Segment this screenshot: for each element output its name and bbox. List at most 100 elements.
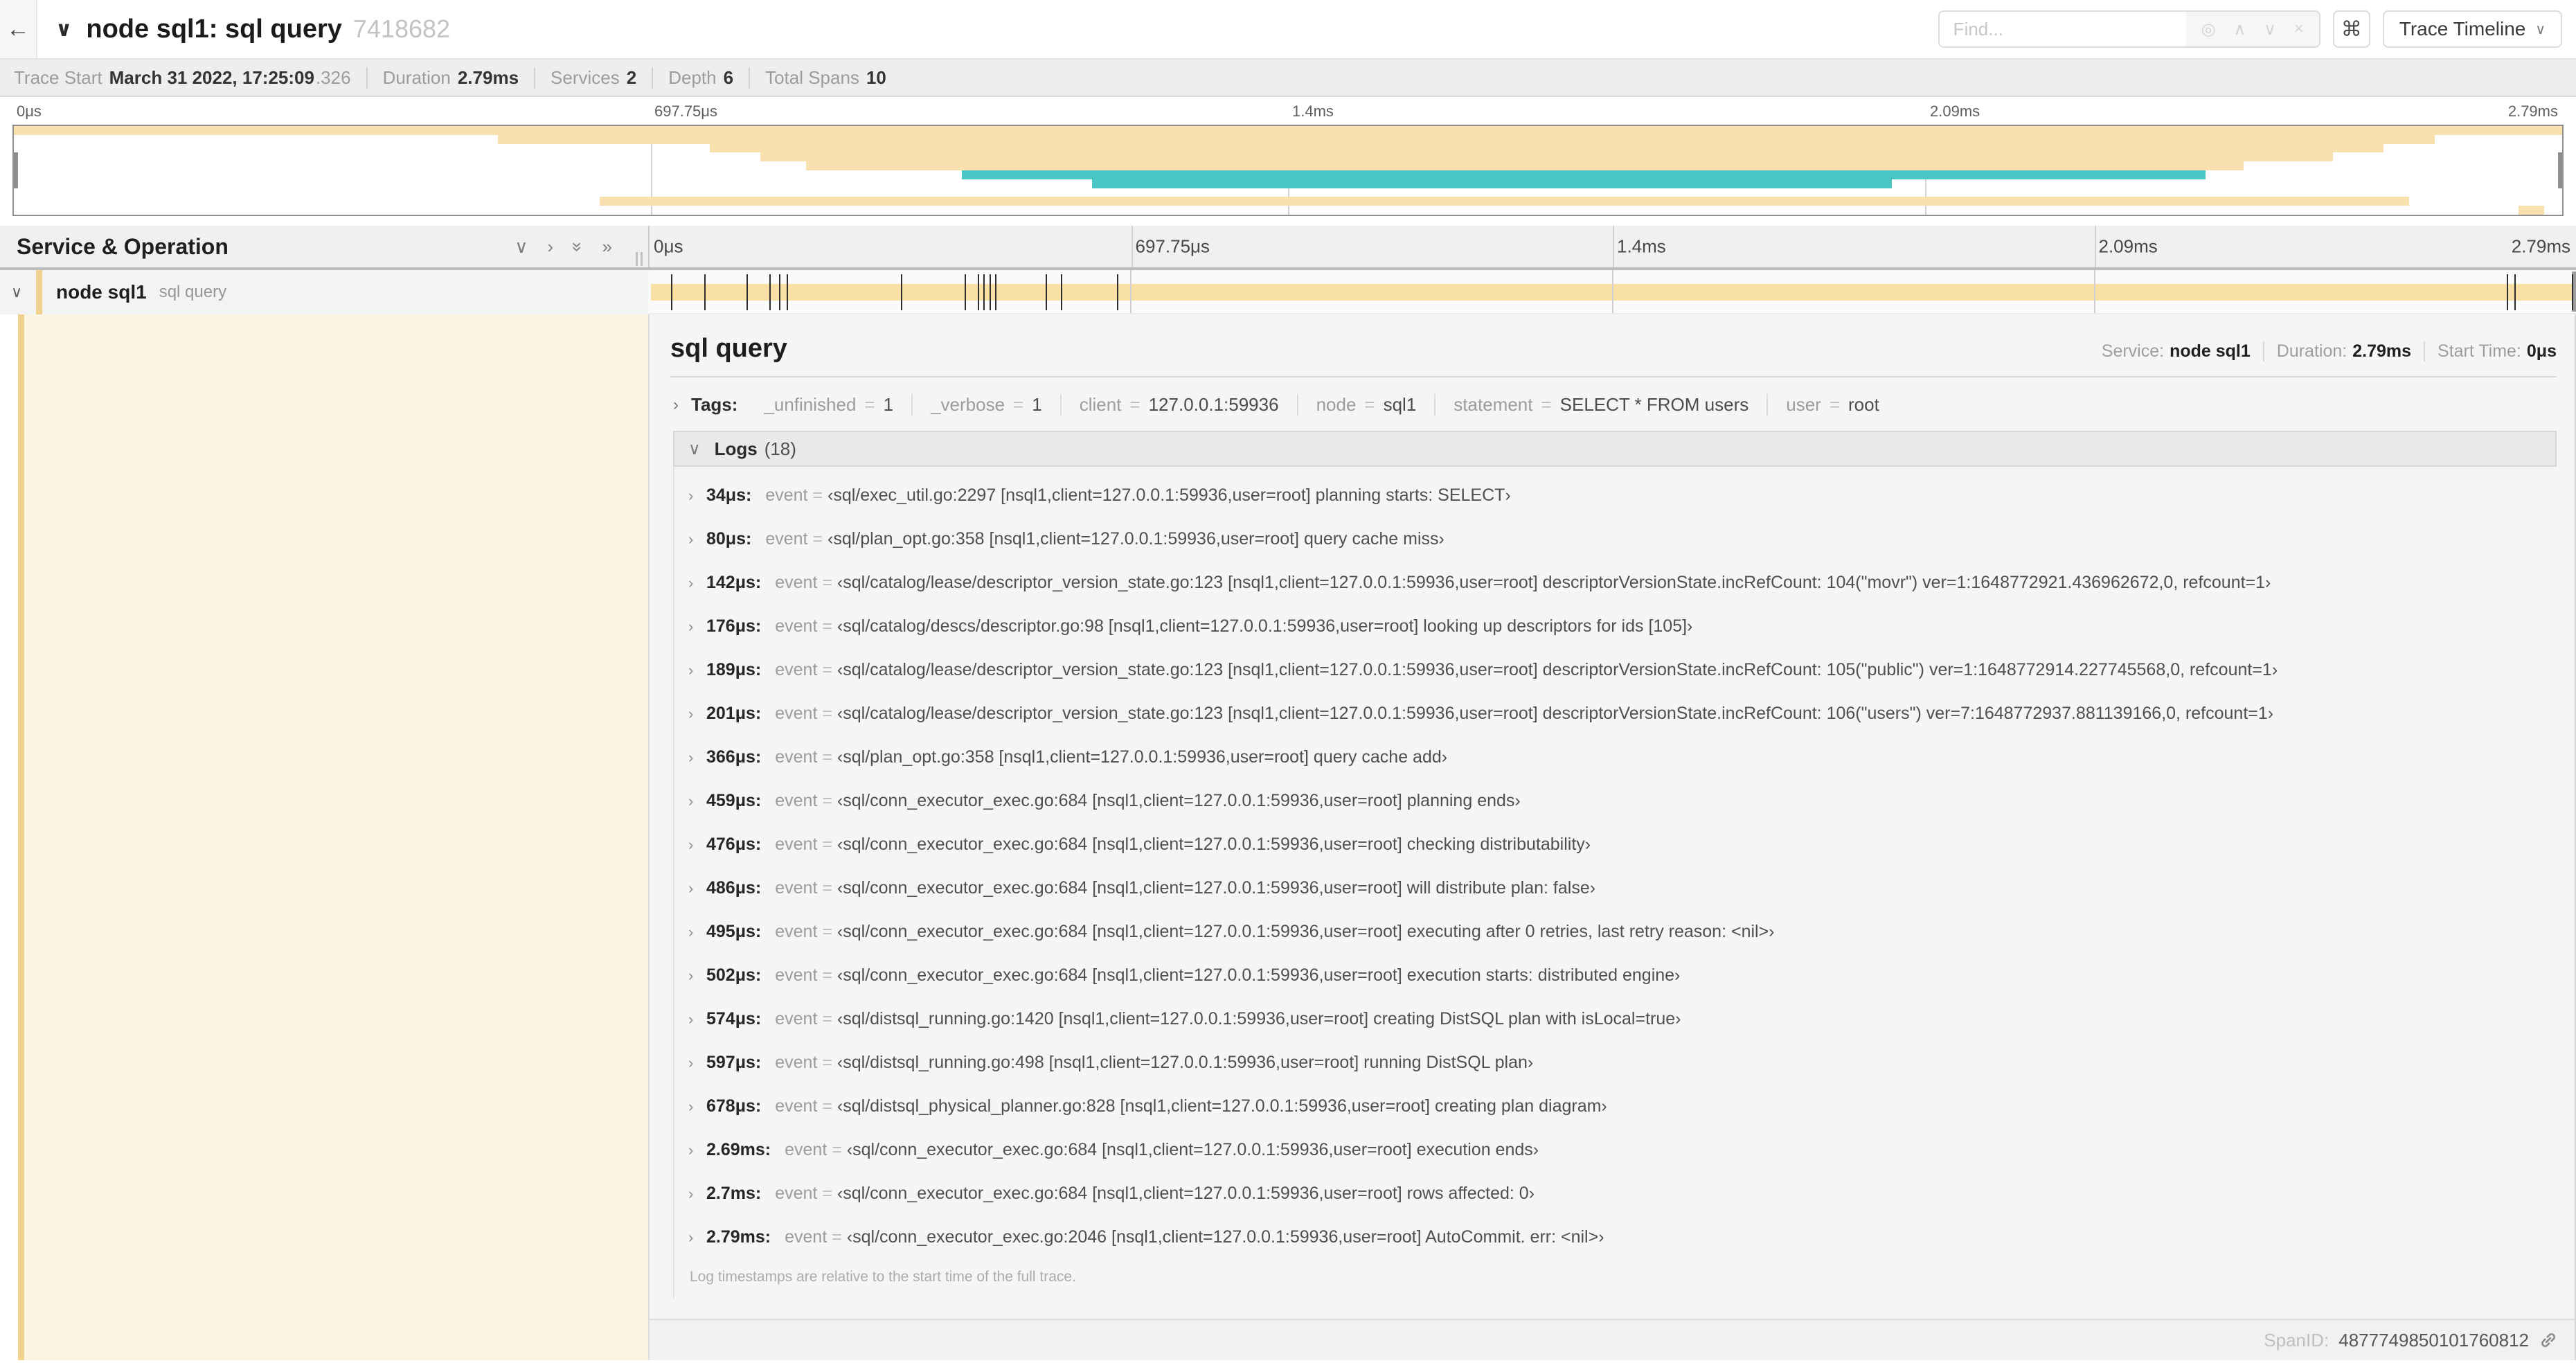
trace-summary-bar: Trace Start March 31 2022, 17:25:09.326 Du…	[0, 58, 2576, 97]
logs-note: Log timestamps are relative to the start…	[673, 1259, 2557, 1298]
expand-one-icon[interactable]: ›	[547, 236, 553, 258]
log-entry[interactable]: › 495μs: event = ‹sql/conn_executor_exec.g…	[674, 910, 2557, 954]
log-field-name: event	[785, 1227, 828, 1247]
next-match-icon[interactable]: ∨	[2264, 19, 2276, 39]
log-field-value: ‹sql/conn_executor_exec.go:684 [nsql1,cl…	[837, 1184, 1535, 1203]
find-input[interactable]	[1939, 12, 2186, 46]
log-marker	[769, 274, 771, 310]
log-field-value: ‹sql/conn_executor_exec.go:2046 [nsql1,c…	[846, 1227, 1604, 1247]
span-collapse-icon[interactable]: ∨	[7, 283, 26, 301]
log-entry[interactable]: › 80μs: event = ‹sql/plan_opt.go:358 [nsql…	[674, 517, 2557, 561]
summary-label: Services	[551, 66, 620, 88]
service-operation-title: Service & Operation	[17, 233, 229, 259]
log-body: event = ‹sql/conn_executor_exec.go:684 […	[775, 835, 1591, 855]
collapse-all-icon[interactable]: »	[567, 242, 589, 251]
log-entry[interactable]: › 176μs: event = ‹sql/catalog/descs/descri…	[674, 605, 2557, 648]
chevron-right-icon: ›	[688, 617, 694, 635]
log-equals: =	[817, 1053, 837, 1072]
log-body: event = ‹sql/catalog/lease/descriptor_ve…	[775, 573, 2271, 593]
detail-meta-value: node sql1	[2170, 341, 2251, 361]
log-field-name: event	[775, 791, 818, 810]
log-field-value: ‹sql/catalog/lease/descriptor_version_st…	[837, 573, 2271, 592]
log-marker	[1045, 274, 1047, 310]
log-field-name: event	[775, 747, 818, 767]
chevron-down-icon: ∨	[688, 439, 701, 458]
span-detail-header: sql query Service: node sql1 Duration: 2.79…	[650, 314, 2575, 373]
log-body: event = ‹sql/conn_executor_exec.go:684 […	[775, 791, 1520, 811]
keyboard-shortcuts-button[interactable]: ⌘	[2332, 10, 2370, 48]
tag-value: root	[1848, 394, 1879, 415]
logs-list: › 34μs: event = ‹sql/exec_util.go:2297 [ns…	[673, 467, 2557, 1259]
trace-view-selector[interactable]: Trace Timeline ∨	[2382, 10, 2562, 48]
prev-match-icon[interactable]: ∧	[2234, 19, 2246, 39]
summary-item: Total Spans 10	[749, 66, 902, 89]
focus-match-icon[interactable]: ◎	[2201, 19, 2216, 39]
chevron-right-icon: ›	[688, 530, 694, 548]
log-equals: =	[817, 616, 837, 636]
span-timeline-track[interactable]	[648, 270, 2576, 314]
log-entry[interactable]: › 597μs: event = ‹sql/distsql_running.go:4…	[674, 1041, 2557, 1085]
summary-value: 2	[626, 66, 637, 88]
collapse-trace-icon[interactable]: ∨	[55, 17, 72, 42]
minimap-canvas[interactable]	[12, 125, 2564, 216]
minimap-ruler: 0μs 697.75μs 1.4ms 2.09ms 2.79ms	[12, 101, 2564, 125]
trace-header: ← ∨ node sql1: sql query 7418682 ◎ ∧ ∨ ×…	[0, 0, 2576, 58]
span-row: ∨ node sql1 sql query	[0, 270, 2576, 314]
link-icon[interactable]	[2539, 1330, 2558, 1350]
log-entry[interactable]: › 2.69ms: event = ‹sql/conn_executor_exec.…	[674, 1128, 2557, 1172]
log-equals: =	[817, 965, 837, 985]
tag-value: 127.0.0.1:59936	[1148, 394, 1279, 415]
collapse-one-icon[interactable]: ∨	[515, 236, 528, 258]
chevron-right-icon: ›	[688, 1228, 694, 1246]
log-field-value: ‹sql/catalog/lease/descriptor_version_st…	[837, 660, 2278, 679]
expand-all-icon[interactable]: »	[602, 236, 612, 258]
gridline	[1612, 270, 1613, 313]
log-entry[interactable]: › 366μs: event = ‹sql/plan_opt.go:358 [nsq…	[674, 736, 2557, 779]
log-entry[interactable]: › 678μs: event = ‹sql/distsql_physical_pla…	[674, 1085, 2557, 1128]
log-field-value: ‹sql/plan_opt.go:358 [nsql1,client=127.0…	[837, 747, 1448, 767]
timeline-header-row: Service & Operation ∨ › » » 0μs 697.75μs 1…	[0, 226, 2576, 270]
log-marker	[1060, 274, 1062, 310]
log-entry[interactable]: › 189μs: event = ‹sql/catalog/lease/descri…	[674, 648, 2557, 692]
tags-section[interactable]: › Tags: _unfinished = 1 _verbose = 1 client = 12…	[650, 387, 2575, 428]
back-button[interactable]: ←	[0, 0, 37, 58]
minimap-right-handle[interactable]	[2558, 152, 2562, 188]
log-entry[interactable]: › 574μs: event = ‹sql/distsql_running.go:1…	[674, 997, 2557, 1041]
summary-item: Depth 6	[652, 66, 749, 89]
log-field-name: event	[775, 616, 818, 636]
span-detail-title: sql query	[670, 334, 787, 363]
log-entry[interactable]: › 2.79ms: event = ‹sql/conn_executor_exec.…	[674, 1215, 2557, 1259]
log-timestamp: 201μs:	[706, 704, 762, 723]
minimap-left-handle[interactable]	[14, 152, 18, 188]
log-field-name: event	[775, 573, 818, 592]
chevron-right-icon: ›	[688, 835, 694, 853]
chevron-right-icon: ›	[688, 1097, 694, 1115]
log-entry[interactable]: › 459μs: event = ‹sql/conn_executor_exec.g…	[674, 779, 2557, 823]
chevron-right-icon: ›	[688, 966, 694, 984]
tags-list: _unfinished = 1 _verbose = 1 client = 127.0.0.1:…	[746, 394, 1897, 416]
span-name-cell[interactable]: ∨ node sql1 sql query	[0, 270, 648, 314]
log-field-name: event	[775, 1096, 818, 1116]
span-detail-row: sql query Service: node sql1 Duration: 2.79…	[0, 314, 2576, 1360]
log-entry[interactable]: › 201μs: event = ‹sql/catalog/lease/descri…	[674, 692, 2557, 736]
clear-search-icon[interactable]: ×	[2294, 19, 2304, 39]
logs-header[interactable]: ∨ Logs (18)	[673, 431, 2557, 467]
tag-item: statement = SELECT * FROM users	[1434, 394, 1766, 416]
log-entry[interactable]: › 502μs: event = ‹sql/conn_executor_exec.g…	[674, 954, 2557, 997]
log-entry[interactable]: › 486μs: event = ‹sql/conn_executor_exec.g…	[674, 866, 2557, 910]
log-entry[interactable]: › 476μs: event = ‹sql/conn_executor_exec.g…	[674, 823, 2557, 866]
log-entry[interactable]: › 142μs: event = ‹sql/catalog/lease/descri…	[674, 561, 2557, 605]
log-timestamp: 495μs:	[706, 922, 762, 941]
column-resizer-handle[interactable]	[636, 252, 645, 266]
tag-key: user	[1786, 394, 1821, 415]
chevron-right-icon: ›	[688, 573, 694, 591]
log-body: event = ‹sql/conn_executor_exec.go:684 […	[775, 922, 1774, 942]
tag-value: 1	[1032, 394, 1042, 415]
span-service-name: node sql1	[56, 281, 147, 303]
chevron-right-icon: ›	[688, 486, 694, 504]
span-detail-footer: SpanID: 4877749850101760812	[650, 1319, 2575, 1360]
log-entry[interactable]: › 2.7ms: event = ‹sql/conn_executor_exec.g…	[674, 1172, 2557, 1215]
log-timestamp: 366μs:	[706, 747, 762, 767]
log-entry[interactable]: › 34μs: event = ‹sql/exec_util.go:2297 [ns…	[674, 474, 2557, 517]
log-marker	[787, 274, 789, 310]
